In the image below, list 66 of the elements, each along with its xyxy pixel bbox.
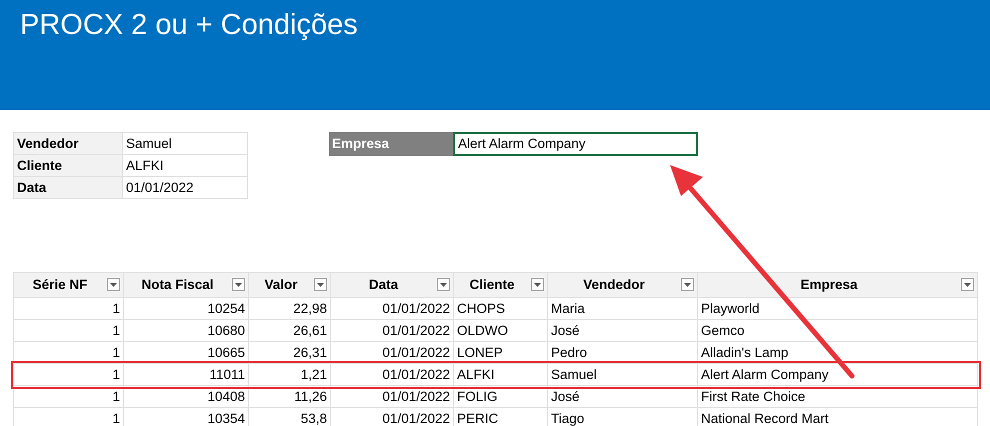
table-cell: 10665 [124,342,248,364]
table-cell: Alladin's Lamp [698,342,978,364]
caret-icon [534,282,541,286]
column-header: Cliente [469,277,514,292]
criteria-label: Cliente [14,154,122,176]
caret-icon [317,282,324,286]
table-cell: 11,26 [248,386,330,408]
table-cell: 26,61 [248,320,330,342]
column-header: Valor [264,277,298,292]
filter-button[interactable] [961,278,974,291]
table-cell: 01/01/2022 [330,342,454,364]
criteria-value: 01/01/2022 [122,176,248,198]
table-cell: ALFKI [454,364,548,386]
table-cell: 01/01/2022 [330,320,454,342]
table-cell: Samuel [548,364,698,386]
table-cell: OLDWO [454,320,548,342]
table-cell: 01/01/2022 [330,298,454,320]
filter-button[interactable] [437,278,450,291]
table-cell: 10254 [124,298,248,320]
caret-icon [440,282,447,286]
table-cell: Gemco [698,320,978,342]
lookup-label: Empresa [329,132,453,156]
column-header: Série NF [32,277,88,292]
column-header: Empresa [800,277,858,292]
table-cell: 11011 [124,364,248,386]
table-cell: 1 [14,386,124,408]
filter-button[interactable] [107,278,120,291]
table-cell: LONEP [454,342,548,364]
table-cell: 01/01/2022 [330,386,454,408]
caret-icon [110,282,117,286]
table-cell: 26,31 [248,342,330,364]
column-header: Vendedor [583,277,645,292]
table-cell: First Rate Choice [698,386,978,408]
criteria-value: ALFKI [122,154,248,176]
table-cell: Playworld [698,298,978,320]
lookup-result-cell[interactable]: Alert Alarm Company [453,132,698,156]
table-cell: 1 [14,364,124,386]
caret-icon [964,282,971,286]
table-cell: Pedro [548,342,698,364]
table-cell: 1 [14,320,124,342]
filter-button[interactable] [232,278,245,291]
criteria-label: Data [14,176,122,198]
filter-button[interactable] [681,278,694,291]
filter-button[interactable] [314,278,327,291]
filter-button[interactable] [531,278,544,291]
caret-icon [235,282,242,286]
criteria-value: Samuel [122,132,248,154]
table-cell: 01/01/2022 [330,364,454,386]
table-cell: José [548,320,698,342]
table-cell: José [548,386,698,408]
table-cell: 1 [14,342,124,364]
column-header: Nota Fiscal [141,277,214,292]
table-cell: 10408 [124,386,248,408]
table-cell: 1,21 [248,364,330,386]
table-cell: Maria [548,298,698,320]
table-cell: 22,98 [248,298,330,320]
table-cell: 10680 [124,320,248,342]
column-header: Data [368,277,398,292]
table-cell: 1 [14,298,124,320]
table-cell: FOLIG [454,386,548,408]
table-cell: Alert Alarm Company [698,364,978,386]
table-cell: 1 [14,408,124,426]
caret-icon [684,282,691,286]
sheet-title: PROCX 2 ou + Condições [20,8,359,43]
criteria-label: Vendedor [14,132,122,154]
table-cell: CHOPS [454,298,548,320]
